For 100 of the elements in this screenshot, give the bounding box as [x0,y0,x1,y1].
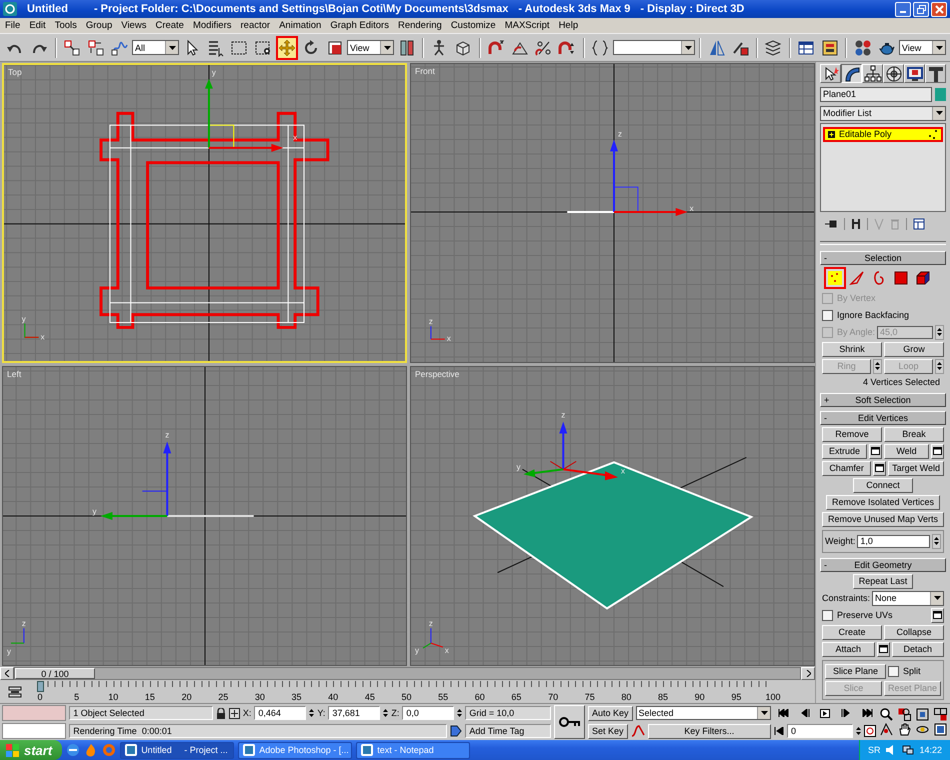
dropdown[interactable]: View [346,40,394,55]
network-icon[interactable] [902,744,914,756]
caret-icon[interactable] [165,41,178,54]
minimize-button[interactable] [895,2,911,16]
bend-icon[interactable] [841,64,862,83]
fork-icon[interactable] [851,218,861,230]
panel-button[interactable]: Target Weld [888,460,944,476]
panel-button[interactable]: Connect [853,478,913,493]
object-name-field[interactable]: Plane01 [820,87,932,102]
menu-item[interactable]: Rendering [398,20,442,31]
taskbar-button[interactable]: text - Notepad [356,742,470,758]
menu-item[interactable]: Customize [450,20,496,31]
expand-icon[interactable] [828,130,835,138]
checkbox[interactable] [888,666,899,677]
move-icon[interactable] [276,36,298,60]
rollout-header[interactable]: - Edit Vertices [820,410,946,425]
spinner-arrows-icon[interactable] [383,708,388,718]
orbit-icon[interactable] [915,723,930,736]
add-time-tag[interactable]: Add Time Tag [465,724,552,738]
field-of-view-icon[interactable] [879,723,894,736]
panel-button[interactable]: Attach [822,642,874,657]
zoom-all-icon[interactable] [897,708,912,721]
caret-icon[interactable] [932,107,945,120]
panel-button[interactable]: Remove Unused Map Verts [822,512,944,527]
panel-button[interactable]: Slice Plane [825,664,886,679]
settings-icon[interactable] [873,460,886,476]
previous-frame-button[interactable] [0,667,14,680]
time-config-icon[interactable] [864,725,876,737]
menu-item[interactable]: Tools [54,20,77,31]
rollout-header[interactable]: + Soft Selection [820,392,946,407]
panel-button[interactable]: Create [822,624,882,640]
key-mode-icon[interactable] [774,727,784,735]
hierarchy-icon[interactable] [862,64,883,83]
hammer-icon[interactable] [925,64,946,83]
configure-icon[interactable] [913,218,925,230]
star-cursor-icon[interactable] [820,64,841,83]
dropdown[interactable] [612,40,696,55]
current-frame-field[interactable]: 0 [787,724,853,738]
spinner-arrows-icon[interactable] [856,726,861,736]
rollout-header[interactable]: - Selection [820,250,946,265]
menu-item[interactable]: Modifiers [192,20,232,31]
settings-icon[interactable] [876,642,890,657]
modifier-list-dropdown[interactable]: Modifier List [820,106,946,121]
menu-item[interactable]: Views [121,20,146,31]
coordinate-field[interactable]: 0,464 [254,706,306,720]
menu-item[interactable]: Graph Editors [330,20,389,31]
next-frame-button[interactable] [801,667,815,680]
spinner-field[interactable]: 1,0 [857,534,930,548]
frame-marker[interactable] [37,681,44,692]
absolute-mode-icon[interactable] [228,708,240,718]
settings-icon[interactable] [931,444,944,459]
restore-button[interactable] [913,2,929,16]
panel-button[interactable]: Break [884,426,944,442]
panel-button[interactable]: Shrink [822,342,882,357]
panel-button[interactable]: Extrude [822,444,867,459]
menu-item[interactable]: Animation [279,20,322,31]
monitor-icon[interactable] [904,64,925,83]
stack-item[interactable]: Editable Poly [823,126,943,142]
zoom-extents-icon[interactable] [915,708,930,721]
settings-icon[interactable] [869,444,882,459]
panel-button[interactable]: Collapse [884,624,944,640]
key-icon[interactable] [554,705,585,739]
menu-item[interactable]: Edit [29,20,46,31]
spinner-arrows-icon[interactable] [935,358,944,374]
rollout-header[interactable]: - Edit Geometry [820,558,946,572]
caret-icon[interactable] [681,41,694,54]
panel-button[interactable]: Detach [892,642,944,657]
auto-key-button[interactable]: Auto Key [588,706,632,720]
dropdown[interactable]: View [898,40,946,55]
zoom-extents-all-icon[interactable] [933,708,948,721]
spinner-arrows-icon[interactable] [457,708,462,718]
pin-icon[interactable] [824,218,838,230]
menu-item[interactable]: File [5,20,20,31]
menu-item[interactable]: MAXScript [504,20,550,31]
menu-item[interactable]: reactor [240,20,270,31]
settings-icon[interactable] [931,608,944,623]
maximize-viewport-icon[interactable] [933,723,948,736]
menu-item[interactable]: Help [558,20,578,31]
spinner-arrows-icon[interactable] [935,324,944,340]
key-mode-dropdown[interactable]: Selected [636,706,771,720]
panel-button[interactable]: Weld [884,444,929,459]
spinner-arrows-icon[interactable] [309,708,314,718]
spinner-arrows-icon[interactable] [932,534,941,549]
panel-button[interactable]: Repeat Last [852,574,914,589]
checkbox[interactable] [822,610,833,621]
checkbox[interactable] [822,310,833,321]
caret-icon[interactable] [932,41,946,54]
coordinate-field[interactable]: 0,0 [402,706,454,720]
taskbar-button[interactable]: Untitled - Project ... [120,742,234,758]
set-key-button[interactable]: Set Key [588,724,628,738]
panel-button[interactable]: Chamfer [822,460,872,476]
panel-button[interactable]: Grow [884,342,944,357]
caret-icon[interactable] [930,592,943,605]
menu-item[interactable]: Create [155,20,184,31]
menu-item[interactable]: Group [86,20,112,31]
wheel-icon[interactable] [883,64,904,83]
tangent-curve-icon[interactable] [630,725,644,737]
vertex-icon[interactable] [824,266,846,289]
constraints-dropdown[interactable]: None [872,590,944,606]
caret-icon[interactable] [757,707,770,719]
